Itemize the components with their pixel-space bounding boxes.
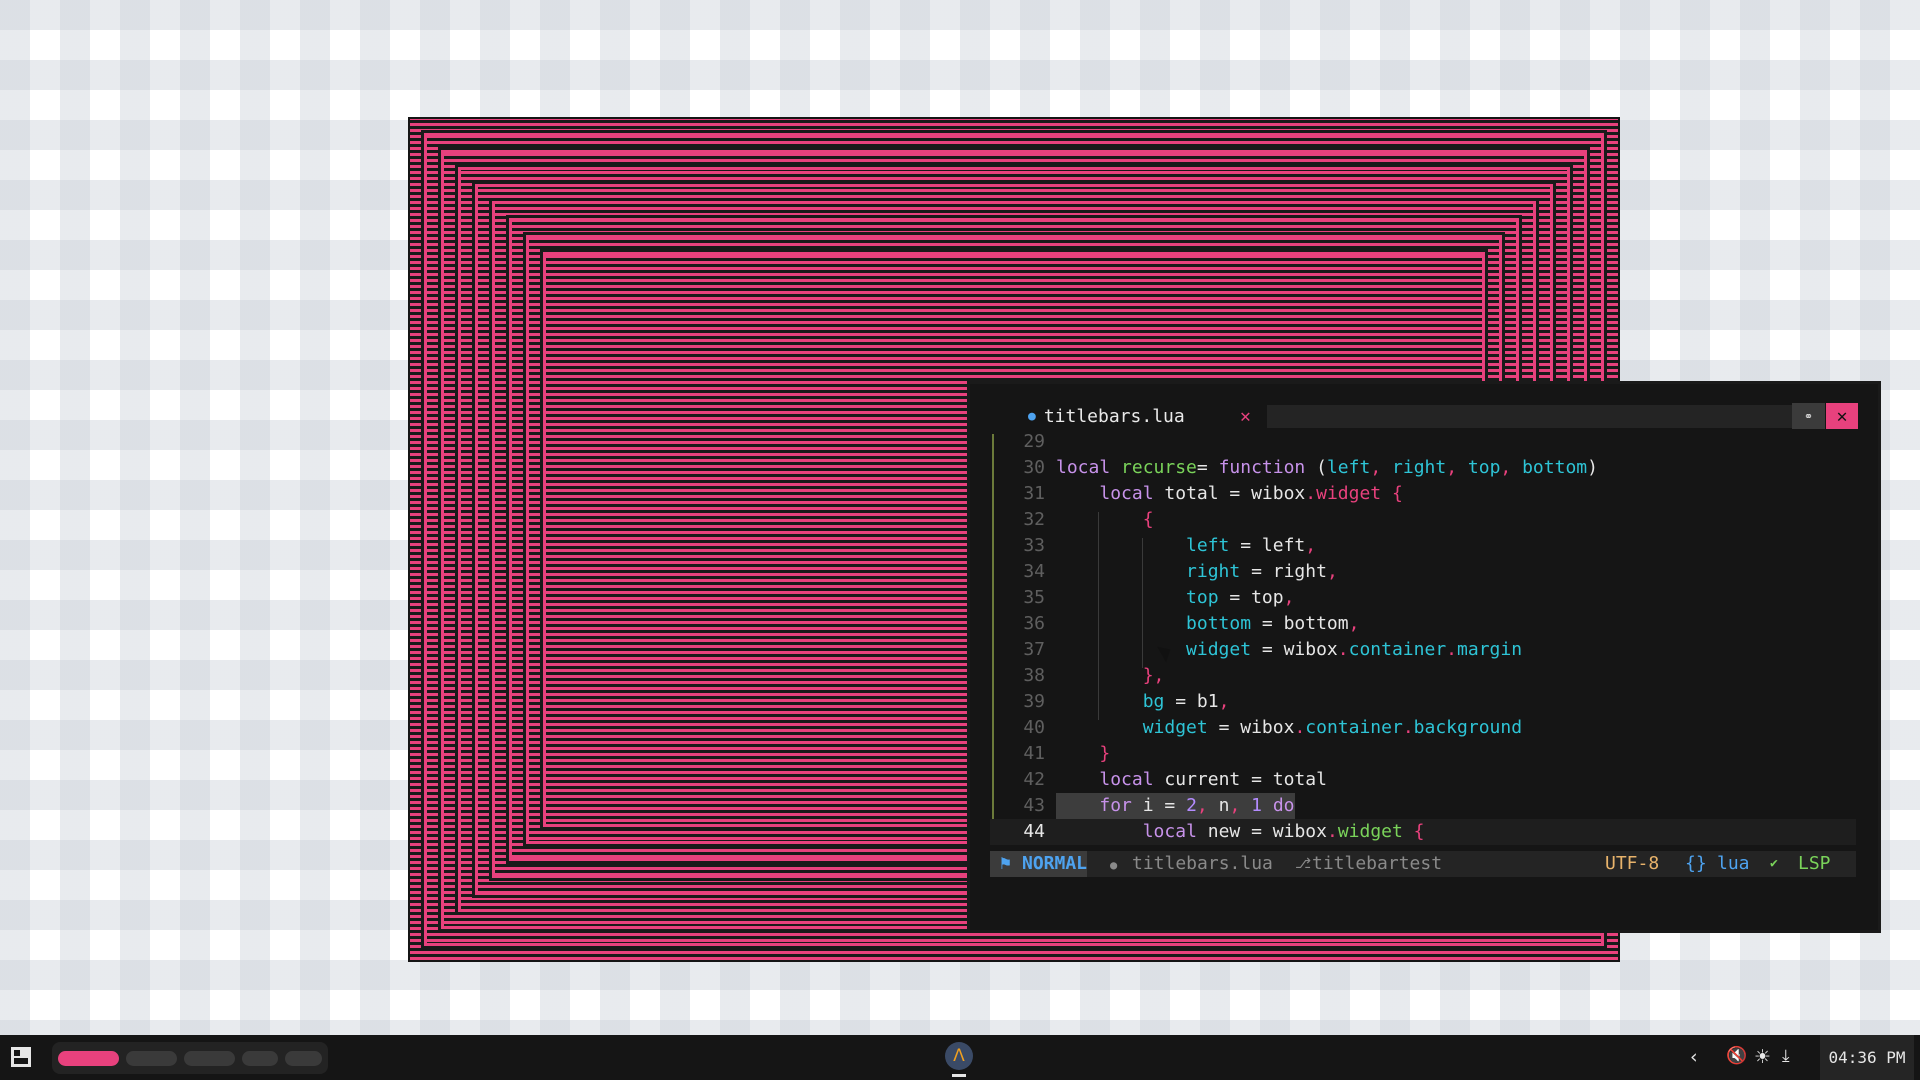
code-text: } bbox=[1099, 743, 1111, 764]
line-number: 41 bbox=[1023, 743, 1045, 764]
tabline-fill bbox=[1267, 405, 1792, 428]
workspace-5[interactable] bbox=[285, 1051, 322, 1066]
code-line[interactable]: 42 local current = total bbox=[990, 767, 1856, 793]
tab-filename: titlebars.lua bbox=[1043, 405, 1185, 427]
statusline: ⚑ NORMAL ● titlebars.lua ⎇ titlebartest … bbox=[990, 851, 1856, 877]
close-button[interactable]: ✕ bbox=[1826, 403, 1858, 429]
layout-icon[interactable] bbox=[11, 1047, 31, 1067]
line-number: 44 bbox=[1023, 821, 1045, 842]
line-number: 43 bbox=[1023, 795, 1045, 816]
buffer-tabline: ● titlebars.lua ✕ ⚭ ✕ bbox=[990, 401, 1858, 431]
line-number: 42 bbox=[1023, 769, 1045, 790]
check-icon: ✔ bbox=[1770, 856, 1778, 871]
filetype-icon: {} bbox=[1685, 853, 1707, 874]
code-line[interactable]: 36 bottom = bottom, bbox=[990, 611, 1856, 637]
lua-file-icon: ● bbox=[1110, 858, 1118, 872]
taskbar: Λ ‹ 🔇 ☀ ⤓ 04:36 PM bbox=[0, 1035, 1920, 1080]
tab-close-icon[interactable]: ✕ bbox=[1240, 406, 1251, 427]
code-text: { bbox=[1142, 509, 1154, 530]
download-icon[interactable]: ⤓ bbox=[1782, 1046, 1790, 1066]
line-number: 40 bbox=[1023, 717, 1045, 738]
code-text: local total = wibox.widget { bbox=[1099, 483, 1403, 504]
lua-file-icon: ● bbox=[1028, 408, 1036, 424]
status-filetype: lua bbox=[1717, 853, 1750, 874]
code-line[interactable]: 32 { bbox=[990, 507, 1856, 533]
code-text: }, bbox=[1142, 665, 1165, 686]
code-line[interactable]: 37 widget = wibox.container.margin bbox=[990, 637, 1856, 663]
workspace-2[interactable] bbox=[126, 1051, 177, 1066]
code-text: bg = b1, bbox=[1142, 691, 1230, 712]
neovim-editor[interactable]: ● titlebars.lua ✕ ⚭ ✕ 29 30 local recurse=… bbox=[967, 381, 1881, 933]
workspace-4[interactable] bbox=[242, 1051, 278, 1066]
code-text: top = top, bbox=[1186, 587, 1295, 608]
line-number: 33 bbox=[1023, 535, 1045, 556]
mode-indicator: ⚑ NORMAL bbox=[990, 851, 1087, 877]
vim-icon: ⚑ bbox=[1000, 853, 1011, 874]
code-text: left = left, bbox=[1186, 535, 1317, 556]
line-number: 32 bbox=[1023, 509, 1045, 530]
status-filename: titlebars.lua bbox=[1132, 853, 1273, 874]
arch-linux-icon[interactable]: Λ bbox=[945, 1042, 973, 1070]
code-line[interactable]: 35 top = top, bbox=[990, 585, 1856, 611]
line-number: 31 bbox=[1023, 483, 1045, 504]
line-number: 39 bbox=[1023, 691, 1045, 712]
status-branch: titlebartest bbox=[1312, 853, 1443, 874]
code-line[interactable]: 29 bbox=[990, 429, 1856, 455]
line-number: 36 bbox=[1023, 613, 1045, 634]
code-area[interactable]: 29 30 local recurse= function (left, right… bbox=[990, 431, 1856, 845]
code-text: widget = wibox.container.background bbox=[1142, 717, 1523, 738]
code-line[interactable]: 40 widget = wibox.container.background bbox=[990, 715, 1856, 741]
client-window: ● titlebars.lua ✕ ⚭ ✕ 29 30 local recurse=… bbox=[408, 117, 1881, 962]
code-line[interactable]: 39 bg = b1, bbox=[990, 689, 1856, 715]
line-number: 34 bbox=[1023, 561, 1045, 582]
brightness-icon[interactable]: ☀ bbox=[1754, 1046, 1771, 1068]
code-text: local current = total bbox=[1099, 769, 1327, 790]
code-text: for i = 2, n, 1 do bbox=[1056, 793, 1295, 819]
line-number: 37 bbox=[1023, 639, 1045, 660]
minimize-button[interactable]: ⚭ bbox=[1792, 403, 1825, 429]
code-text: right = right, bbox=[1186, 561, 1338, 582]
code-line[interactable]: 43 for i = 2, n, 1 do bbox=[990, 793, 1856, 819]
line-number: 29 bbox=[1023, 431, 1045, 452]
code-line[interactable]: 31 local total = wibox.widget { bbox=[990, 481, 1856, 507]
git-branch-icon: ⎇ bbox=[1295, 856, 1312, 872]
code-line[interactable]: 44 local new = wibox.widget { bbox=[990, 819, 1856, 845]
mute-icon[interactable]: 🔇 bbox=[1726, 1046, 1747, 1066]
code-line[interactable]: 38 }, bbox=[990, 663, 1856, 689]
code-line[interactable]: 34 right = right, bbox=[990, 559, 1856, 585]
status-lsp: LSP bbox=[1798, 853, 1831, 874]
code-text: local new = wibox.widget { bbox=[1142, 821, 1425, 842]
status-encoding: UTF-8 bbox=[1605, 853, 1660, 874]
code-line[interactable]: 33 left = left, bbox=[990, 533, 1856, 559]
code-text: widget = wibox.container.margin bbox=[1186, 639, 1523, 660]
line-number: 38 bbox=[1023, 665, 1045, 686]
code-text: bottom = bottom, bbox=[1186, 613, 1360, 634]
clock: 04:36 PM bbox=[1820, 1035, 1914, 1080]
workspace-3[interactable] bbox=[184, 1051, 235, 1066]
line-number: 30 bbox=[1023, 457, 1045, 478]
tab-titlebars-lua[interactable]: ● titlebars.lua ✕ bbox=[990, 401, 1267, 431]
code-text: local recurse= function (left, right, to… bbox=[1056, 457, 1598, 478]
code-line[interactable]: 41 } bbox=[990, 741, 1856, 767]
workspace-1[interactable] bbox=[58, 1051, 119, 1066]
active-app-indicator bbox=[952, 1074, 966, 1077]
code-line[interactable]: 30 local recurse= function (left, right, … bbox=[990, 455, 1856, 481]
line-number: 35 bbox=[1023, 587, 1045, 608]
chevron-left-icon[interactable]: ‹ bbox=[1690, 1046, 1698, 1068]
